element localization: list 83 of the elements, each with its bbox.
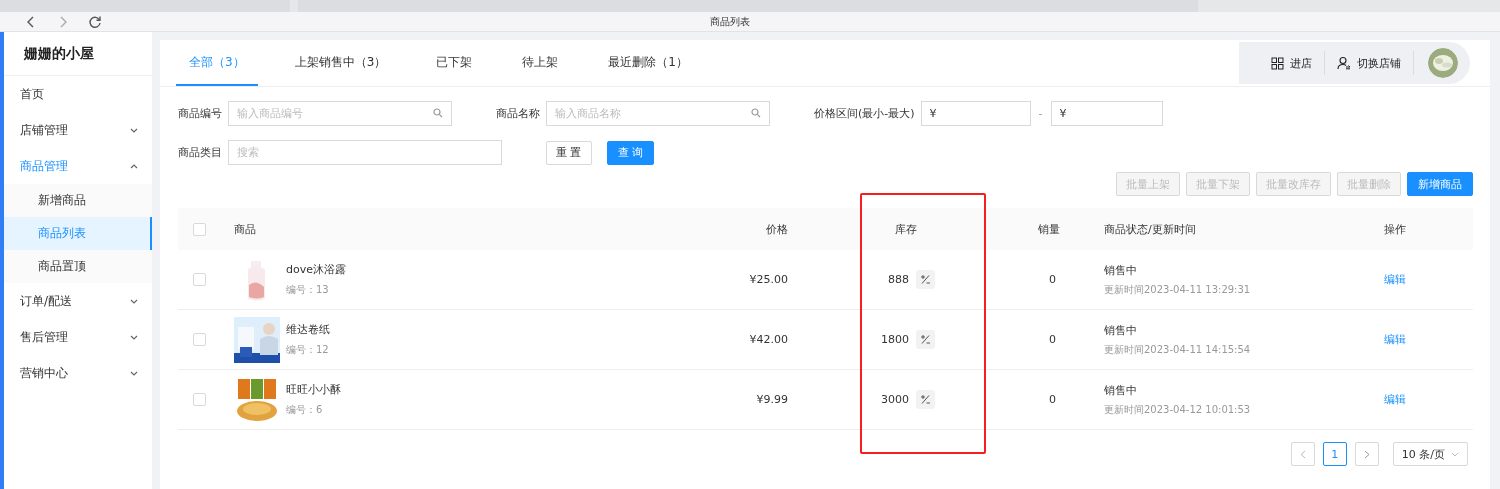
tab[interactable]: 已下架	[423, 40, 486, 86]
grid-icon	[1271, 56, 1284, 70]
search-icon	[433, 108, 443, 118]
input-field[interactable]: 输入商品名称	[546, 101, 770, 126]
product-name: 旺旺小小酥	[286, 382, 341, 397]
chevron-down-icon	[130, 298, 138, 304]
currency-prefix: ¥	[1059, 107, 1067, 120]
stock-count: 3000	[881, 393, 909, 406]
update-time: 更新时间2023-04-11 13:29:31	[1104, 282, 1251, 297]
stock-count: 1800	[881, 333, 909, 346]
menu-item[interactable]: 售后管理	[4, 319, 152, 355]
menu-item[interactable]: 首页	[4, 76, 152, 112]
input-field[interactable]	[1050, 101, 1163, 126]
chevron-down-icon	[130, 127, 138, 133]
row-checkbox[interactable]	[193, 273, 206, 286]
previous-page-button[interactable]	[1290, 442, 1315, 466]
chevron-down-icon	[1451, 451, 1459, 457]
column-header: 商品状态/更新时间	[1104, 221, 1196, 237]
adjust-stock-button[interactable]	[916, 330, 935, 349]
price: ¥25.00	[749, 273, 788, 286]
field-label: 商品编号	[178, 106, 222, 121]
select-all-checkbox[interactable]	[193, 222, 206, 236]
chevron-down-icon	[130, 334, 138, 340]
adjust-stock-button[interactable]	[916, 270, 935, 289]
row-checkbox[interactable]	[193, 333, 206, 346]
field-label: 商品类目	[178, 145, 222, 160]
submenu-item[interactable]: 商品置顶	[4, 250, 152, 283]
product-name: 维达卷纸	[286, 322, 330, 337]
range-separator: -	[1038, 107, 1043, 120]
status-text: 销售中	[1104, 382, 1138, 398]
status-text: 销售中	[1104, 262, 1138, 278]
sales-count: 0	[1049, 393, 1056, 406]
reset-button[interactable]: 重 置	[546, 140, 592, 165]
status-text: 销售中	[1104, 322, 1138, 338]
tab[interactable]: 待上架	[509, 40, 572, 86]
tab[interactable]: 上架销售中（3）	[281, 40, 400, 86]
user-switch-icon	[1337, 56, 1351, 70]
plus-minus-icon	[920, 274, 931, 285]
currency-prefix: ¥	[929, 107, 937, 120]
tab[interactable]: 最近删除（1）	[595, 40, 701, 86]
menu-item[interactable]: 订单/配送	[4, 283, 152, 319]
header-button-label: 切换店铺	[1357, 55, 1401, 71]
column-header: 库存	[895, 221, 917, 237]
product-code: 编号：12	[286, 343, 330, 357]
field-label: 价格区间(最小-最大)	[814, 106, 915, 121]
column-header: 销量	[1038, 221, 1060, 237]
column-header: 价格	[766, 221, 788, 237]
product-code: 编号：6	[286, 403, 324, 417]
product-code: 编号：13	[286, 283, 330, 297]
page-title: 商品列表	[710, 14, 750, 29]
menu-item[interactable]: 营销中心	[4, 355, 152, 391]
stock-count: 888	[888, 273, 909, 286]
sales-count: 0	[1049, 333, 1056, 346]
page-size-select[interactable]: 10 条/页	[1392, 442, 1468, 466]
submenu-item[interactable]: 新增商品	[4, 184, 152, 217]
plus-minus-icon	[920, 334, 931, 345]
sales-count: 0	[1049, 273, 1056, 286]
update-time: 更新时间2023-04-12 10:01:53	[1104, 402, 1251, 417]
chevron-up-icon	[130, 163, 138, 169]
menu-item[interactable]: 店铺管理	[4, 112, 152, 148]
next-page-button[interactable]	[1354, 442, 1379, 466]
field-label: 商品名称	[496, 106, 540, 121]
chevron-down-icon	[130, 370, 138, 376]
price: ¥42.00	[749, 333, 788, 346]
price: ¥9.99	[756, 393, 788, 406]
shop-name: 姗姗的小屋	[4, 32, 152, 76]
plus-minus-icon	[920, 394, 931, 405]
product-name: dove沐浴露	[286, 262, 346, 277]
chevron-right-icon	[1363, 449, 1370, 459]
browser-tab[interactable]	[298, 0, 1198, 12]
adjust-stock-button[interactable]	[916, 390, 935, 409]
update-time: 更新时间2023-04-11 14:15:54	[1104, 342, 1251, 357]
refresh-icon[interactable]	[88, 14, 102, 29]
input-field[interactable]: 搜索	[228, 140, 502, 165]
column-header: 商品	[234, 221, 256, 237]
header-button[interactable]: 进店	[1259, 51, 1325, 75]
row-checkbox[interactable]	[193, 393, 206, 406]
column-header: 操作	[1384, 221, 1406, 237]
header-button-label: 进店	[1290, 55, 1312, 71]
input-field[interactable]	[920, 101, 1031, 126]
header-button[interactable]: 切换店铺	[1325, 51, 1414, 75]
search-icon	[751, 108, 761, 118]
chevron-left-icon	[1299, 449, 1306, 459]
